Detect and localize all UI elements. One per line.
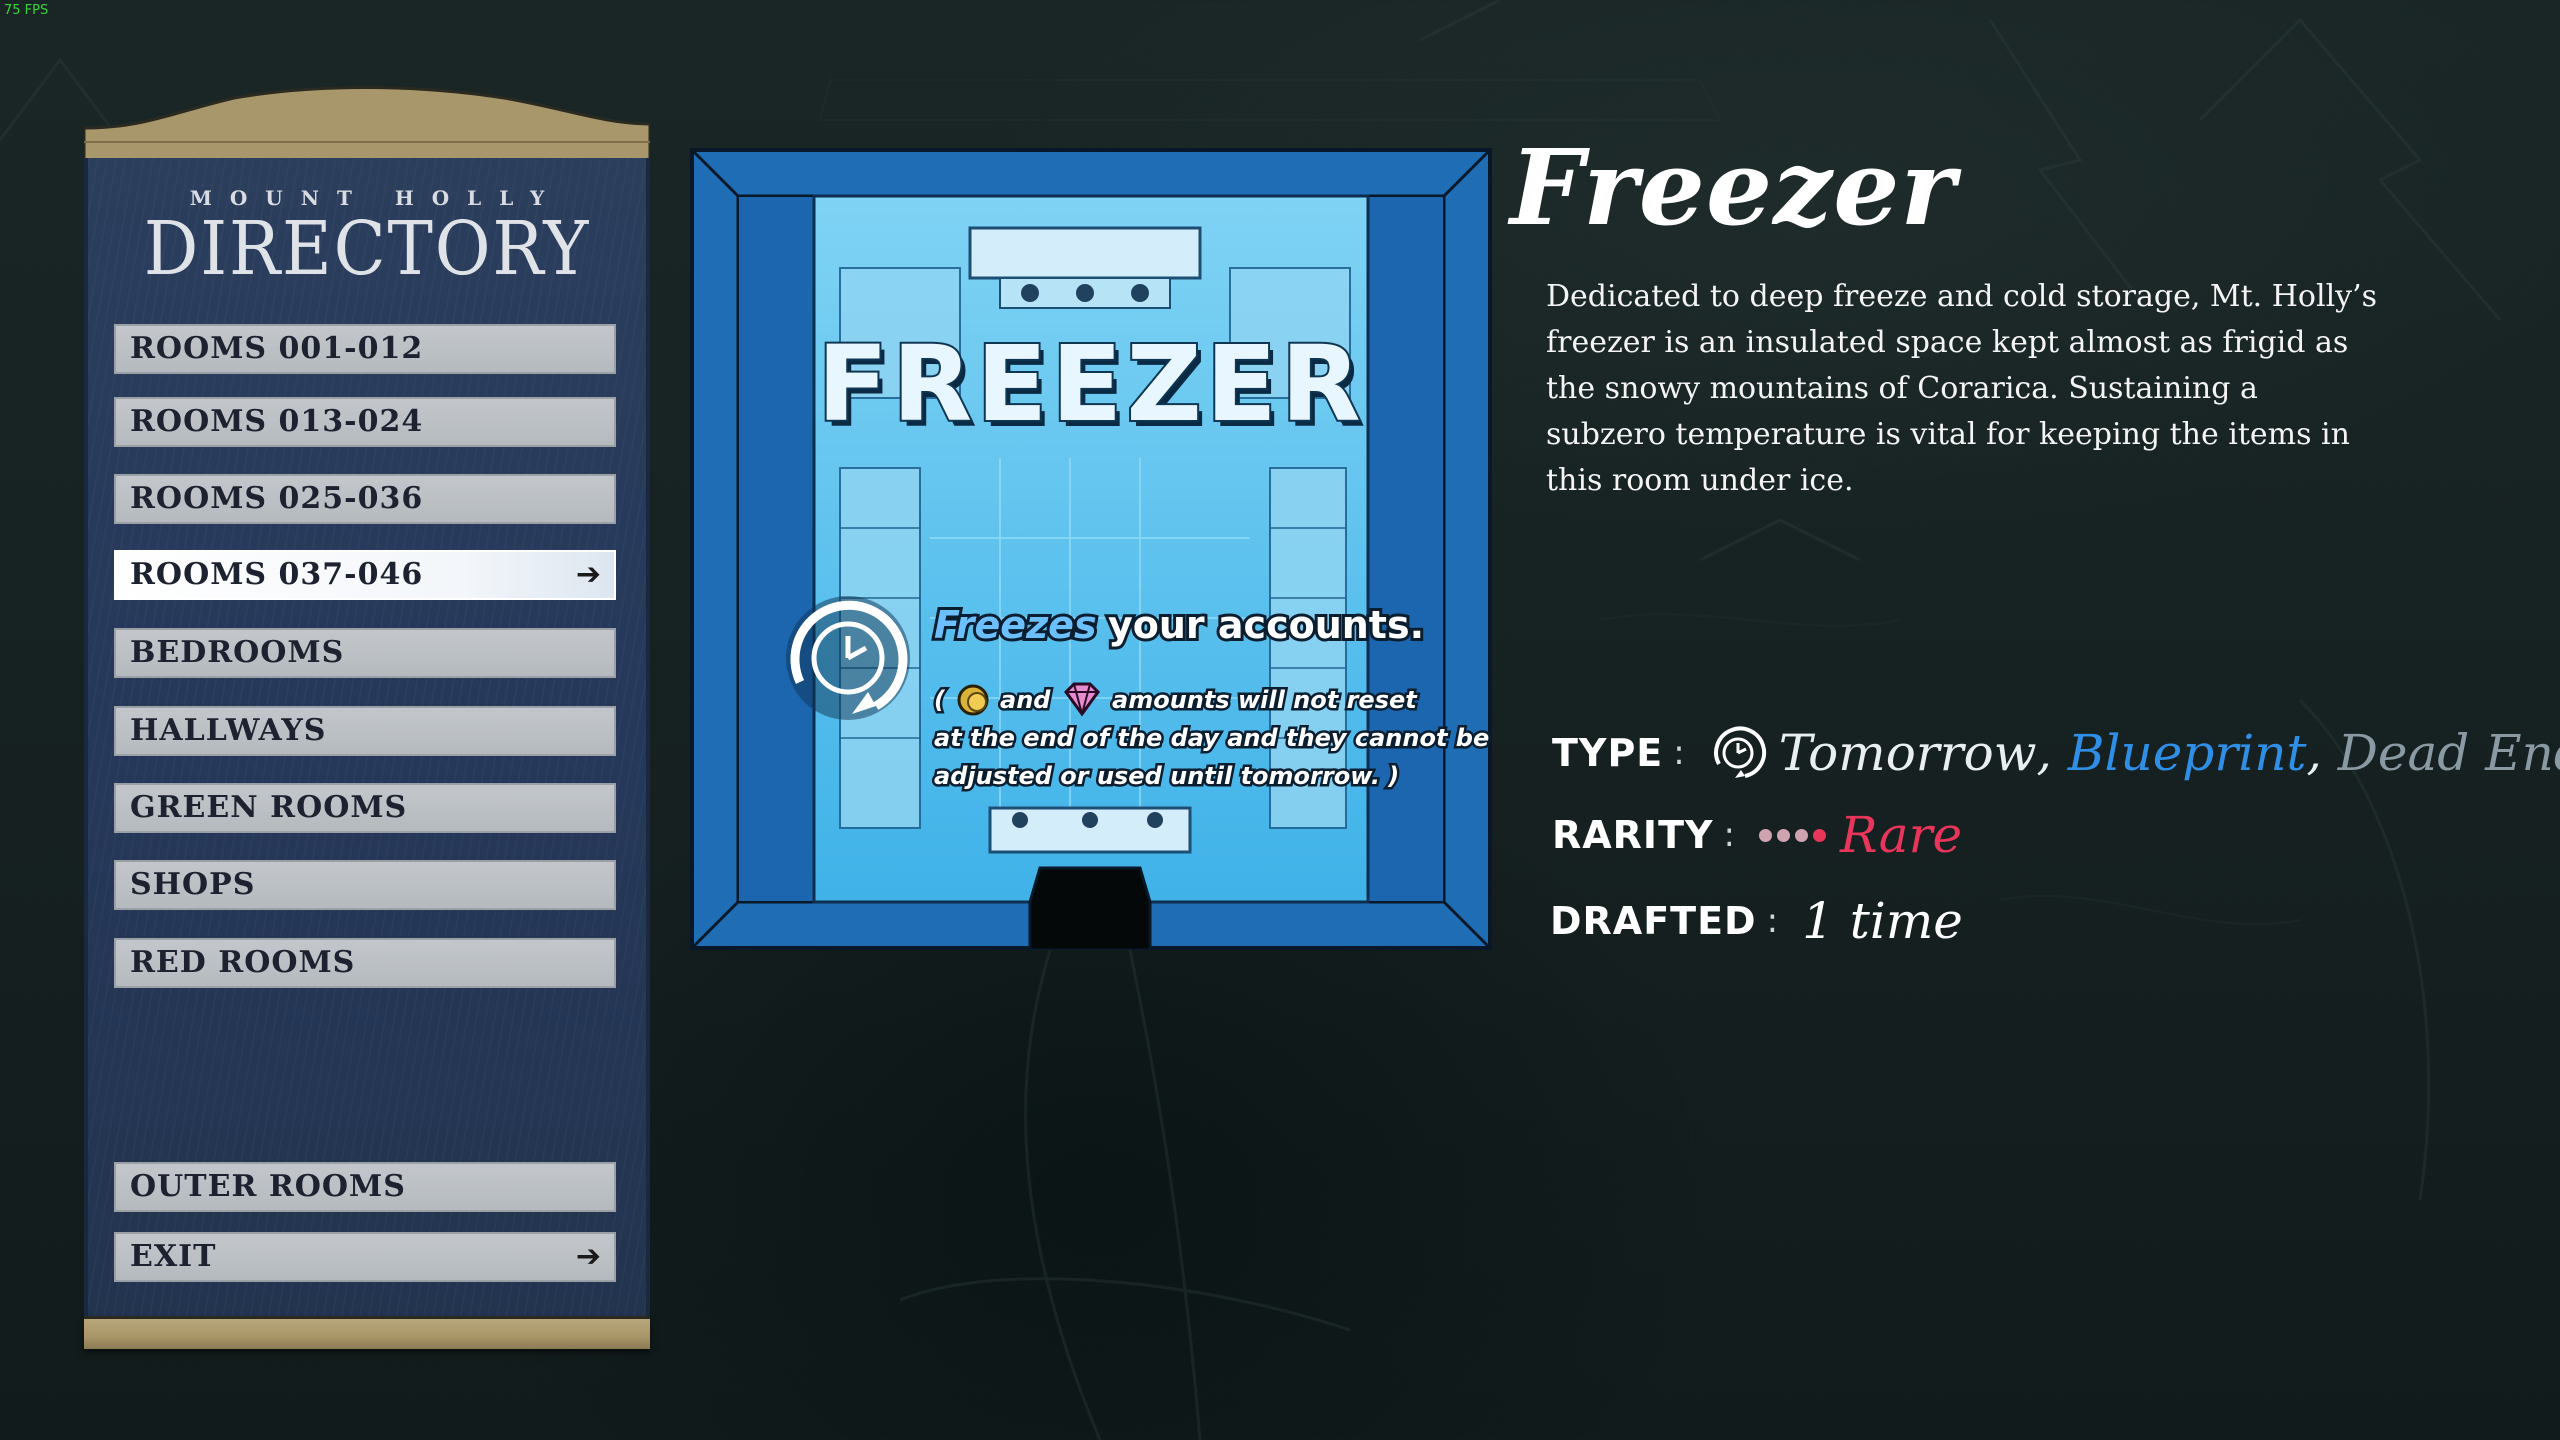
menu-item-label: GREEN ROOMS (130, 790, 408, 825)
menu-item-hallways[interactable]: HALLWAYS (114, 706, 616, 756)
svg-text:Freezes: Freezes (934, 603, 1097, 647)
menu-item-rooms-037-046[interactable]: ROOMS 037-046 ➔ (114, 550, 616, 600)
coin-icon (957, 684, 989, 716)
type-separator: , (2306, 725, 2322, 781)
stat-colon: : (1673, 733, 1685, 773)
menu-item-label: ROOMS 013-024 (130, 404, 424, 439)
directory-header-board (84, 86, 650, 160)
rarity-dot (1812, 828, 1826, 842)
directory-title: DIRECTORY (143, 206, 591, 292)
menu-item-shops[interactable]: SHOPS (114, 860, 616, 910)
menu-item-rooms-001-012[interactable]: ROOMS 001-012 (114, 324, 616, 374)
stat-type-row: TYPE : Tomorrow, Blueprint, Dead End (1552, 718, 2560, 788)
stat-colon: : (1723, 815, 1735, 855)
card-effect: Freezes your accounts. (931, 600, 1427, 650)
menu-item-label: HALLWAYS (130, 713, 327, 748)
svg-text:FREEZER: FREEZER (817, 323, 1365, 445)
room-name-title: Freezer (1510, 126, 1957, 249)
svg-text:at the end of the day and they: at the end of the day and they cannot be (934, 724, 1489, 752)
fps-counter: 75 FPS (4, 3, 49, 18)
svg-text:amounts will not reset: amounts will not reset (1112, 686, 1418, 714)
stat-type-label: TYPE (1552, 731, 1664, 775)
svg-text:and: and (1000, 686, 1051, 714)
menu-item-label: SHOPS (130, 867, 256, 902)
rarity-dot (1776, 828, 1790, 842)
stat-drafted-row: DRAFTED : 1 time (1550, 886, 1963, 956)
arrow-right-icon: ➔ (575, 557, 602, 592)
stat-drafted-label: DRAFTED (1550, 899, 1757, 943)
card-title: FREEZER FREEZER (815, 321, 1366, 451)
menu-item-outer-rooms[interactable]: OUTER ROOMS (114, 1162, 616, 1212)
menu-item-bedrooms[interactable]: BEDROOMS (114, 628, 616, 678)
menu-item-label: EXIT (130, 1239, 217, 1274)
rarity-value: Rare (1839, 806, 1963, 864)
stat-rarity-row: RARITY : Rare (1552, 800, 1962, 870)
menu-item-label: ROOMS 025-036 (130, 481, 424, 516)
menu-item-label: ROOMS 001-012 (130, 331, 424, 366)
rarity-dot (1794, 828, 1808, 842)
menu-item-rooms-013-024[interactable]: ROOMS 013-024 (114, 397, 616, 447)
type-tomorrow: Tomorrow (1778, 724, 2037, 782)
arrow-right-icon: ➔ (575, 1239, 602, 1274)
type-blueprint: Blueprint (2067, 724, 2307, 782)
menu-item-label: OUTER ROOMS (130, 1169, 406, 1204)
room-description: Dedicated to deep freeze and cold storag… (1546, 279, 2378, 498)
menu-item-label: BEDROOMS (130, 635, 345, 670)
exit-button[interactable]: EXIT ➔ (114, 1232, 616, 1282)
svg-text:adjusted or used until tomorro: adjusted or used until tomorrow. ) (934, 762, 1399, 790)
drafted-value: 1 time (1802, 892, 1963, 950)
rarity-dots (1758, 828, 1826, 842)
type-dead-end: Dead End (2337, 724, 2560, 782)
stat-rarity-label: RARITY (1552, 813, 1714, 857)
rarity-dot (1758, 828, 1772, 842)
clock-icon (1713, 726, 1766, 778)
room-card: FREEZER FREEZER Freezes your accounts. (… (690, 148, 1492, 950)
menu-item-label: RED ROOMS (130, 945, 356, 980)
stat-colon: : (1766, 901, 1779, 941)
menu-item-rooms-025-036[interactable]: ROOMS 025-036 (114, 474, 616, 524)
directory-panel: MOUNT HOLLY DIRECTORY ROOMS 001-012 ROOM… (84, 84, 650, 1349)
menu-item-green-rooms[interactable]: GREEN ROOMS (114, 783, 616, 833)
directory-footer-board (84, 1316, 650, 1349)
svg-text:your accounts.: your accounts. (1108, 603, 1424, 647)
menu-item-red-rooms[interactable]: RED ROOMS (114, 938, 616, 988)
menu-item-label: ROOMS 037-046 (130, 557, 424, 592)
svg-text:(: ( (934, 686, 946, 714)
clock-reset-icon (786, 596, 910, 720)
type-separator: , (2036, 725, 2052, 781)
